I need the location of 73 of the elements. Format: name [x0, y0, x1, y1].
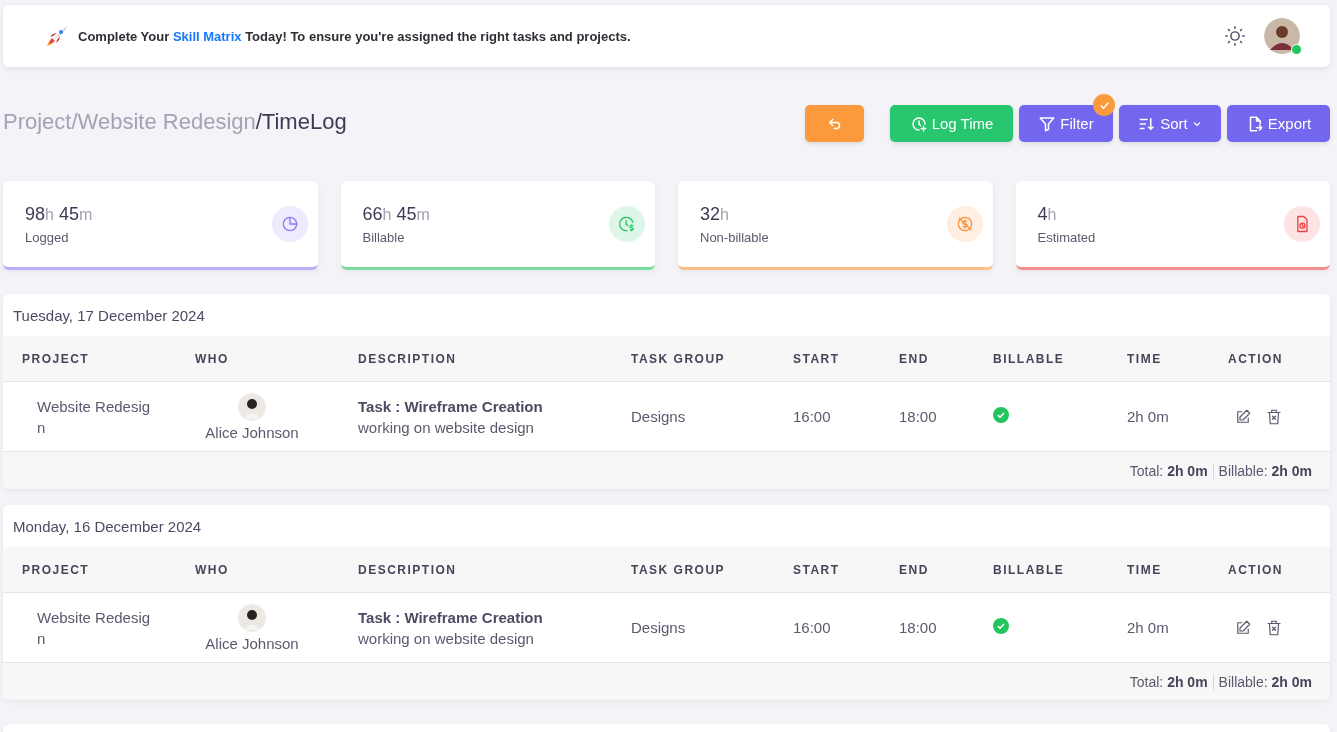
stat-value: 4h	[1037, 203, 1058, 225]
edit-icon	[1234, 407, 1252, 426]
column-header: WHO	[195, 562, 230, 577]
task-description: working on website design	[358, 417, 535, 438]
edit-button[interactable]	[1234, 618, 1252, 637]
stat-label: Non-billable	[700, 229, 770, 245]
column-header: DESCRIPTION	[358, 351, 458, 366]
column-header: DESCRIPTION	[358, 562, 458, 577]
date-heading: Tuesday, 17 December 2024	[12, 305, 206, 326]
edit-icon	[1234, 618, 1252, 637]
banner-message: Complete Your Skill Matrix Today! To ensure you're assigned the right tasks and projects.	[78, 28, 632, 44]
user-avatar[interactable]	[1264, 18, 1300, 54]
stat-label: Logged	[25, 229, 70, 245]
column-header: START	[793, 351, 841, 366]
export-button[interactable]: Export	[1227, 105, 1330, 142]
log-button[interactable]: Log Time	[890, 105, 1013, 142]
billable-summary: Billable: 2h 0m	[1218, 673, 1312, 690]
stat-label: Billable	[362, 229, 406, 245]
stat-value: 32h	[700, 203, 730, 225]
filter-icon	[1038, 114, 1057, 133]
stat-value: 66h 45m	[362, 203, 431, 225]
edit-button[interactable]	[1234, 407, 1252, 426]
date-heading: Monday, 16 December 2024	[12, 516, 203, 537]
stat-value: 98h 45m	[25, 203, 94, 225]
table-cell-text: 18:00	[899, 408, 938, 425]
clock-plus-icon	[909, 114, 928, 133]
task-title: Task : Wireframe Creation	[358, 396, 544, 417]
person-avatar	[238, 603, 266, 632]
person-avatar	[238, 392, 266, 421]
column-header: PROJECT	[22, 351, 91, 366]
person-name: Alice Johnson	[205, 634, 299, 652]
table-cell-text: 2h 0m	[1127, 619, 1170, 636]
table-cell-text: Designs	[631, 408, 687, 425]
total-summary: Total: 2h 0m	[1129, 462, 1208, 479]
rocket-icon	[45, 24, 69, 48]
column-header: ACTION	[1228, 351, 1284, 366]
task-title: Task : Wireframe Creation	[358, 607, 544, 628]
column-header: WHO	[195, 351, 230, 366]
table-cell-text: Website Redesign	[36, 396, 152, 438]
trash-icon	[1265, 618, 1283, 637]
table-cell-text: Designs	[631, 619, 687, 636]
trash-icon	[1265, 407, 1283, 426]
column-header: BILLABLE	[993, 351, 1066, 366]
skill-matrix-link[interactable]: Skill Matrix	[172, 28, 242, 44]
delete-button[interactable]	[1265, 618, 1283, 637]
task-description: working on website design	[358, 628, 535, 649]
table-cell-text: Website Redesign	[36, 607, 152, 649]
column-header: TIME	[1127, 351, 1163, 366]
sun-icon[interactable]	[1224, 25, 1246, 47]
breadcrumb-item[interactable]: /Website Redesign	[71, 109, 256, 134]
table-cell-text: 16:00	[793, 619, 832, 636]
breadcrumb-item[interactable]: Project	[3, 109, 72, 134]
table-cell-text: 18:00	[899, 619, 938, 636]
column-header: END	[899, 562, 930, 577]
column-header: TIME	[1127, 562, 1163, 577]
delete-button[interactable]	[1265, 407, 1283, 426]
stat-label: Estimated	[1037, 229, 1097, 245]
column-header: PROJECT	[22, 562, 91, 577]
filter-button[interactable]: Filter	[1019, 105, 1113, 142]
column-header: TASK GROUP	[631, 351, 727, 366]
sort-button[interactable]: Sort	[1119, 105, 1221, 142]
column-header: BILLABLE	[993, 562, 1066, 577]
table-cell-text: 2h 0m	[1127, 408, 1170, 425]
column-header: START	[793, 562, 841, 577]
person-name: Alice Johnson	[205, 423, 299, 441]
clock-dollar-icon	[617, 214, 637, 234]
billable-summary: Billable: 2h 0m	[1218, 462, 1312, 479]
table-cell-text: 16:00	[793, 408, 832, 425]
column-header: TASK GROUP	[631, 562, 727, 577]
breadcrumb-item: /TimeLog	[255, 109, 347, 134]
total-summary: Total: 2h 0m	[1129, 673, 1208, 690]
column-header: END	[899, 351, 930, 366]
column-header: ACTION	[1228, 562, 1284, 577]
